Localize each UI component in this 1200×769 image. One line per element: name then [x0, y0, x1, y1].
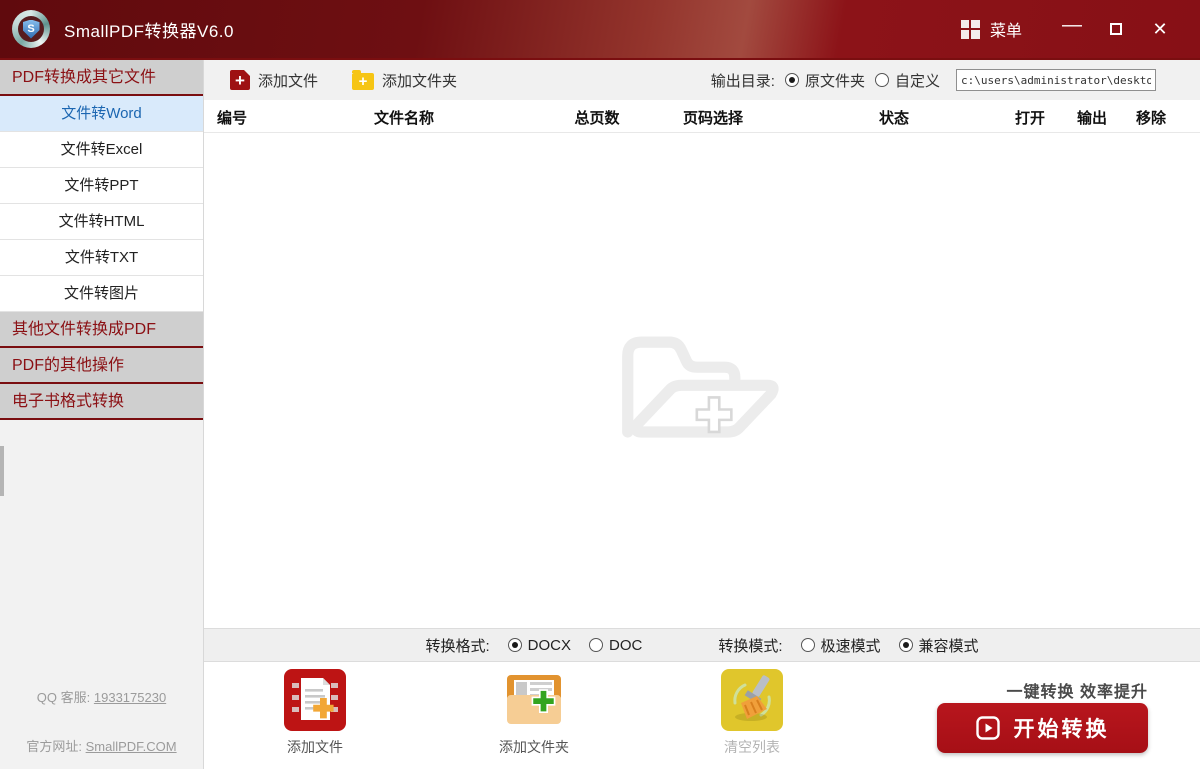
official-site-label: 官方网址: [26, 739, 82, 754]
add-file-icon: + [230, 70, 250, 90]
add-folder-big-icon [503, 669, 565, 731]
sidebar: PDF转换成其它文件 文件转Word 文件转Excel 文件转PPT 文件转HT… [0, 60, 204, 769]
slogan-text: 一键转换 效率提升 [1007, 678, 1148, 702]
output-path-input[interactable] [956, 69, 1156, 91]
qq-support-link[interactable]: 1933175230 [94, 690, 166, 705]
clear-list-broom-icon [721, 669, 783, 731]
play-icon [976, 716, 1000, 740]
output-custom-radio[interactable]: 自定义 [875, 70, 940, 91]
col-open: 打开 [1015, 107, 1045, 128]
qq-support: QQ 客服: 1933175230 [0, 687, 203, 706]
format-label: 转换格式: [425, 635, 489, 656]
add-folder-action[interactable]: 添加文件夹 [479, 669, 589, 757]
add-folder-icon: + [352, 73, 374, 90]
sidebar-section-ebook[interactable]: 电子书格式转换 [0, 384, 203, 420]
sidebar-item-to-image[interactable]: 文件转图片 [0, 276, 203, 312]
sidebar-scrollbar[interactable] [0, 446, 4, 496]
app-logo-icon: S [12, 10, 50, 48]
radio-unchecked-icon [801, 638, 815, 652]
titlebar: S SmallPDF转换器V6.0 菜单 — ✕ [0, 0, 1200, 58]
col-remove: 移除 [1136, 107, 1166, 128]
radio-checked-icon [508, 638, 522, 652]
menu-button[interactable]: 菜单 [990, 17, 1022, 41]
format-docx-radio[interactable]: DOCX [508, 637, 571, 654]
add-file-label: 添加文件 [258, 70, 318, 91]
output-original-radio[interactable]: 原文件夹 [785, 70, 865, 91]
sidebar-item-to-txt[interactable]: 文件转TXT [0, 240, 203, 276]
mode-compatible-radio[interactable]: 兼容模式 [899, 635, 979, 656]
empty-folder-icon [607, 316, 797, 446]
mode-fast-radio[interactable]: 极速模式 [801, 635, 881, 656]
maximize-button[interactable] [1094, 12, 1138, 46]
qq-support-label: QQ 客服: [37, 690, 90, 705]
official-site-link[interactable]: SmallPDF.COM [86, 739, 177, 754]
file-list-drop-area[interactable] [204, 133, 1200, 628]
add-folder-action-label: 添加文件夹 [499, 737, 569, 757]
output-dir-label: 输出目录: [711, 70, 775, 91]
radio-checked-icon [899, 638, 913, 652]
minimize-button[interactable]: — [1050, 12, 1094, 46]
radio-unchecked-icon [875, 73, 889, 87]
main-panel: + 添加文件 + 添加文件夹 输出目录: 原文件夹 自定义 [204, 60, 1200, 769]
format-bar: 转换格式: DOCX DOC 转换模式: 极速模式 兼容模式 [204, 628, 1200, 662]
col-status: 状态 [879, 107, 909, 128]
add-file-action[interactable]: 添加文件 [260, 669, 370, 757]
add-file-action-label: 添加文件 [287, 737, 343, 757]
sidebar-section-pdf-ops[interactable]: PDF的其他操作 [0, 348, 203, 384]
sidebar-section-pdf-to-other[interactable]: PDF转换成其它文件 [0, 60, 203, 96]
add-folder-button[interactable]: + 添加文件夹 [352, 70, 457, 91]
sidebar-item-to-excel[interactable]: 文件转Excel [0, 132, 203, 168]
close-button[interactable]: ✕ [1138, 12, 1182, 46]
col-number: 编号 [217, 107, 247, 128]
sidebar-item-to-html[interactable]: 文件转HTML [0, 204, 203, 240]
mode-label: 转换模式: [718, 635, 782, 656]
action-bar: 添加文件 添加文件夹 [204, 662, 1200, 769]
col-filename: 文件名称 [374, 107, 434, 128]
add-file-big-icon [284, 669, 346, 731]
clear-list-action-label: 清空列表 [724, 737, 780, 757]
add-folder-label: 添加文件夹 [382, 70, 457, 91]
radio-unchecked-icon [589, 638, 603, 652]
official-site: 官方网址: SmallPDF.COM [0, 736, 203, 755]
start-convert-label: 开始转换 [1014, 713, 1110, 743]
start-convert-button[interactable]: 开始转换 [937, 703, 1148, 753]
toolbar: + 添加文件 + 添加文件夹 输出目录: 原文件夹 自定义 [204, 60, 1200, 100]
file-table-header: 编号 文件名称 总页数 页码选择 状态 打开 输出 移除 [204, 100, 1200, 133]
format-doc-radio[interactable]: DOC [589, 637, 642, 654]
sidebar-item-to-word[interactable]: 文件转Word [0, 96, 203, 132]
clear-list-action[interactable]: 清空列表 [697, 669, 807, 757]
col-page-select: 页码选择 [683, 107, 743, 128]
app-title: SmallPDF转换器V6.0 [64, 17, 234, 42]
col-output: 输出 [1077, 107, 1107, 128]
add-file-button[interactable]: + 添加文件 [230, 70, 318, 91]
sidebar-item-to-ppt[interactable]: 文件转PPT [0, 168, 203, 204]
col-pages: 总页数 [574, 107, 619, 128]
menu-grid-icon[interactable] [961, 20, 980, 39]
sidebar-section-other-to-pdf[interactable]: 其他文件转换成PDF [0, 312, 203, 348]
radio-checked-icon [785, 73, 799, 87]
